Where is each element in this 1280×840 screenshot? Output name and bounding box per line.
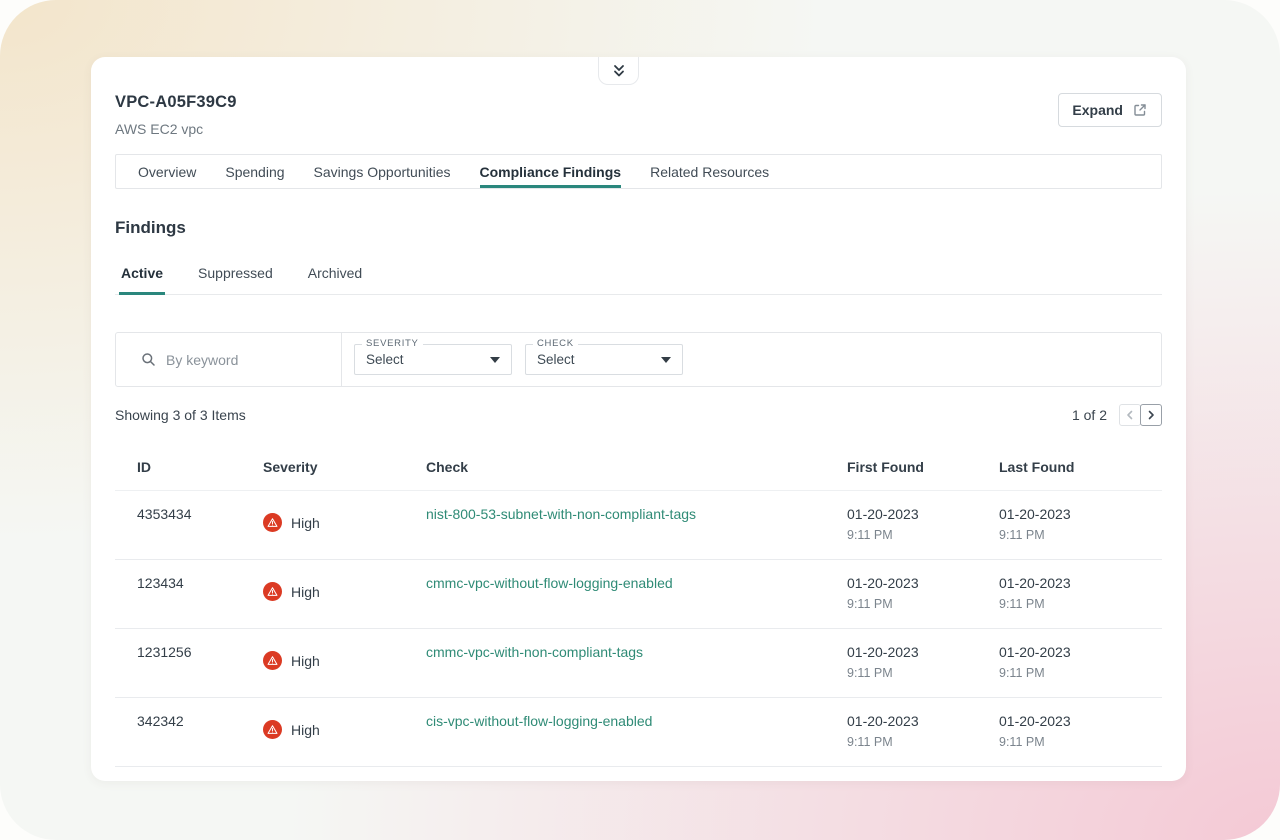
search-input[interactable] [166, 352, 326, 368]
column-header-last-found: Last Found [999, 447, 1162, 491]
table-header-row: ID Severity Check First Found Last Found [115, 447, 1162, 491]
first-found-time: 9:11 PM [847, 735, 999, 749]
keyword-search [116, 333, 342, 386]
last-found-time: 9:11 PM [999, 666, 1162, 680]
first-found-date: 01-20-2023 [847, 644, 999, 660]
high-severity-icon [263, 582, 282, 601]
severity-cell: High [263, 560, 426, 629]
high-severity-icon [263, 651, 282, 670]
first-found-time: 9:11 PM [847, 597, 999, 611]
caret-down-icon [661, 357, 671, 363]
title-block: VPC-A05F39C9 AWS EC2 vpc [115, 93, 237, 137]
pagination-label: 1 of 2 [1072, 407, 1107, 423]
first-found-cell: 01-20-2023 9:11 PM [847, 698, 999, 767]
subtab-archived[interactable]: Archived [306, 265, 364, 294]
first-found-date: 01-20-2023 [847, 713, 999, 729]
last-found-date: 01-20-2023 [999, 575, 1162, 591]
first-found-date: 01-20-2023 [847, 575, 999, 591]
subtab-suppressed[interactable]: Suppressed [196, 265, 275, 294]
caret-down-icon [490, 357, 500, 363]
chevron-left-icon [1124, 409, 1136, 421]
severity-select-value: Select [366, 352, 404, 367]
search-icon [141, 352, 156, 367]
page-title: VPC-A05F39C9 [115, 93, 237, 112]
pagination: 1 of 2 [1072, 404, 1162, 426]
subtab-active[interactable]: Active [119, 265, 165, 294]
expand-button[interactable]: Expand [1058, 93, 1162, 127]
findings-subtab-bar: Active Suppressed Archived [115, 265, 1162, 295]
severity-label: High [291, 515, 320, 531]
last-found-date: 01-20-2023 [999, 644, 1162, 660]
last-found-time: 9:11 PM [999, 597, 1162, 611]
last-found-time: 9:11 PM [999, 528, 1162, 542]
column-header-id: ID [115, 447, 263, 491]
next-page-button[interactable] [1140, 404, 1162, 426]
finding-id: 1231256 [115, 629, 263, 698]
table-row: 342342 High cis-vpc-without-flow-logging… [115, 698, 1162, 767]
high-severity-icon [263, 513, 282, 532]
external-link-icon [1132, 102, 1148, 118]
tab-savings-opportunities[interactable]: Savings Opportunities [314, 155, 451, 188]
severity-cell: High [263, 629, 426, 698]
first-found-cell: 01-20-2023 9:11 PM [847, 560, 999, 629]
last-found-date: 01-20-2023 [999, 506, 1162, 522]
last-found-date: 01-20-2023 [999, 713, 1162, 729]
resource-subtitle: AWS EC2 vpc [115, 121, 237, 137]
high-severity-icon [263, 720, 282, 739]
last-found-time: 9:11 PM [999, 735, 1162, 749]
prev-page-button[interactable] [1119, 404, 1141, 426]
first-found-cell: 01-20-2023 9:11 PM [847, 629, 999, 698]
finding-id: 123434 [115, 560, 263, 629]
check-link[interactable]: cmmc-vpc-without-flow-logging-enabled [426, 575, 673, 591]
last-found-cell: 01-20-2023 9:11 PM [999, 560, 1162, 629]
resource-detail-panel: VPC-A05F39C9 AWS EC2 vpc Expand Overview… [91, 57, 1186, 781]
column-header-severity: Severity [263, 447, 426, 491]
resource-tab-bar: Overview Spending Savings Opportunities … [115, 154, 1162, 189]
expand-button-label: Expand [1072, 102, 1123, 118]
column-header-first-found: First Found [847, 447, 999, 491]
tab-overview[interactable]: Overview [138, 155, 196, 188]
column-header-check: Check [426, 447, 847, 491]
filter-bar: SEVERITY Select CHECK Select [115, 332, 1162, 387]
check-select-label: CHECK [533, 338, 578, 349]
findings-heading: Findings [115, 218, 1162, 238]
first-found-time: 9:11 PM [847, 528, 999, 542]
check-select[interactable]: CHECK Select [525, 344, 683, 375]
chevrons-down-icon [611, 63, 627, 79]
severity-cell: High [263, 491, 426, 560]
finding-id: 4353434 [115, 491, 263, 560]
first-found-time: 9:11 PM [847, 666, 999, 680]
first-found-cell: 01-20-2023 9:11 PM [847, 491, 999, 560]
tab-spending[interactable]: Spending [225, 155, 284, 188]
severity-select[interactable]: SEVERITY Select [354, 344, 512, 375]
last-found-cell: 01-20-2023 9:11 PM [999, 491, 1162, 560]
table-row: 1231256 High cmmc-vpc-with-non-compliant… [115, 629, 1162, 698]
severity-label: High [291, 722, 320, 738]
check-link[interactable]: cmmc-vpc-with-non-compliant-tags [426, 644, 643, 660]
results-summary-row: Showing 3 of 3 Items 1 of 2 [115, 404, 1162, 426]
severity-label: High [291, 584, 320, 600]
tab-compliance-findings[interactable]: Compliance Findings [480, 155, 622, 188]
severity-cell: High [263, 698, 426, 767]
findings-table: ID Severity Check First Found Last Found… [115, 447, 1162, 767]
tab-related-resources[interactable]: Related Resources [650, 155, 769, 188]
severity-select-label: SEVERITY [362, 338, 423, 349]
first-found-date: 01-20-2023 [847, 506, 999, 522]
last-found-cell: 01-20-2023 9:11 PM [999, 629, 1162, 698]
filter-selects: SEVERITY Select CHECK Select [354, 344, 683, 375]
check-link[interactable]: cis-vpc-without-flow-logging-enabled [426, 713, 652, 729]
items-count: Showing 3 of 3 Items [115, 407, 246, 423]
table-row: 123434 High cmmc-vpc-without-flow-loggin… [115, 560, 1162, 629]
chevron-right-icon [1145, 409, 1157, 421]
finding-id: 342342 [115, 698, 263, 767]
table-row: 4353434 High nist-800-53-subnet-with-non… [115, 491, 1162, 560]
severity-label: High [291, 653, 320, 669]
collapse-panel-button[interactable] [598, 57, 639, 85]
last-found-cell: 01-20-2023 9:11 PM [999, 698, 1162, 767]
check-select-value: Select [537, 352, 575, 367]
check-link[interactable]: nist-800-53-subnet-with-non-compliant-ta… [426, 506, 696, 522]
